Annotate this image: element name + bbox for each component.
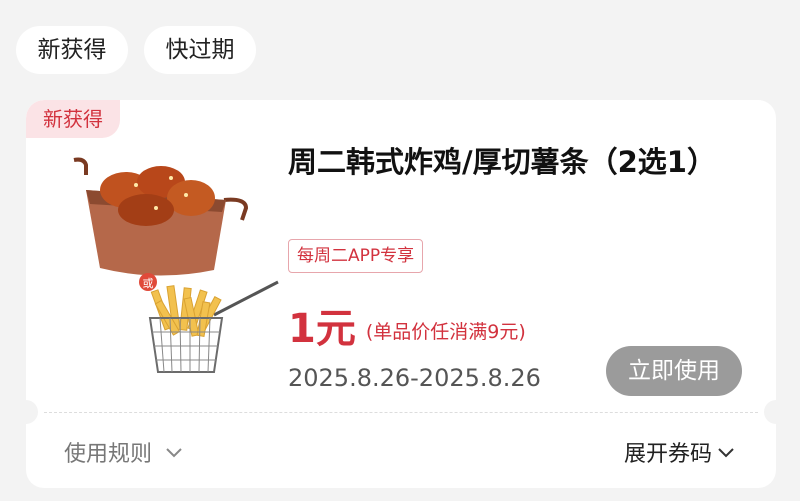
use-now-button[interactable]: 立即使用 [606,346,742,396]
basket-handle [213,280,279,317]
filter-new-chip[interactable]: 新获得 [16,26,128,74]
coupon-title: 周二韩式炸鸡/厚切薯条（2选1） [288,145,716,179]
chevron-down-icon [718,448,734,458]
chicken-piece [167,180,215,216]
new-tag: 新获得 [26,100,120,138]
chicken-piece [118,194,174,226]
card-notch-left [26,400,38,424]
pan-handle-left [73,157,88,175]
fries [150,285,222,338]
expand-code-toggle[interactable]: 展开券码 [624,436,736,468]
dashed-divider [44,412,758,413]
usage-rules-label: 使用规则 [64,442,153,467]
pan-handle-right [223,197,249,221]
food-image: 或 [73,157,279,373]
or-badge-text: 或 [143,277,154,290]
filter-expiring-chip[interactable]: 快过期 [144,26,256,74]
expand-code-label: 展开券码 [623,442,712,467]
price-condition: (单品价任消满9元) [365,321,526,343]
coupon-price: 1元 [288,306,356,352]
price-row: 1元 (单品价任消满9元) [288,296,526,356]
filter-bar: 新获得 快过期 [0,0,800,95]
coupon-card[interactable]: 新获得 或 周二韩式炸鸡/厚切薯条（2选1） 每周二APP专享 1元 (单品价任… [26,100,776,488]
usage-rules-toggle[interactable]: 使用规则 [64,436,184,468]
app-exclusive-badge: 每周二APP专享 [288,239,424,273]
validity-date: 2025.8.26-2025.8.26 [288,364,541,392]
chevron-down-icon [166,448,182,458]
card-notch-right [764,400,776,424]
